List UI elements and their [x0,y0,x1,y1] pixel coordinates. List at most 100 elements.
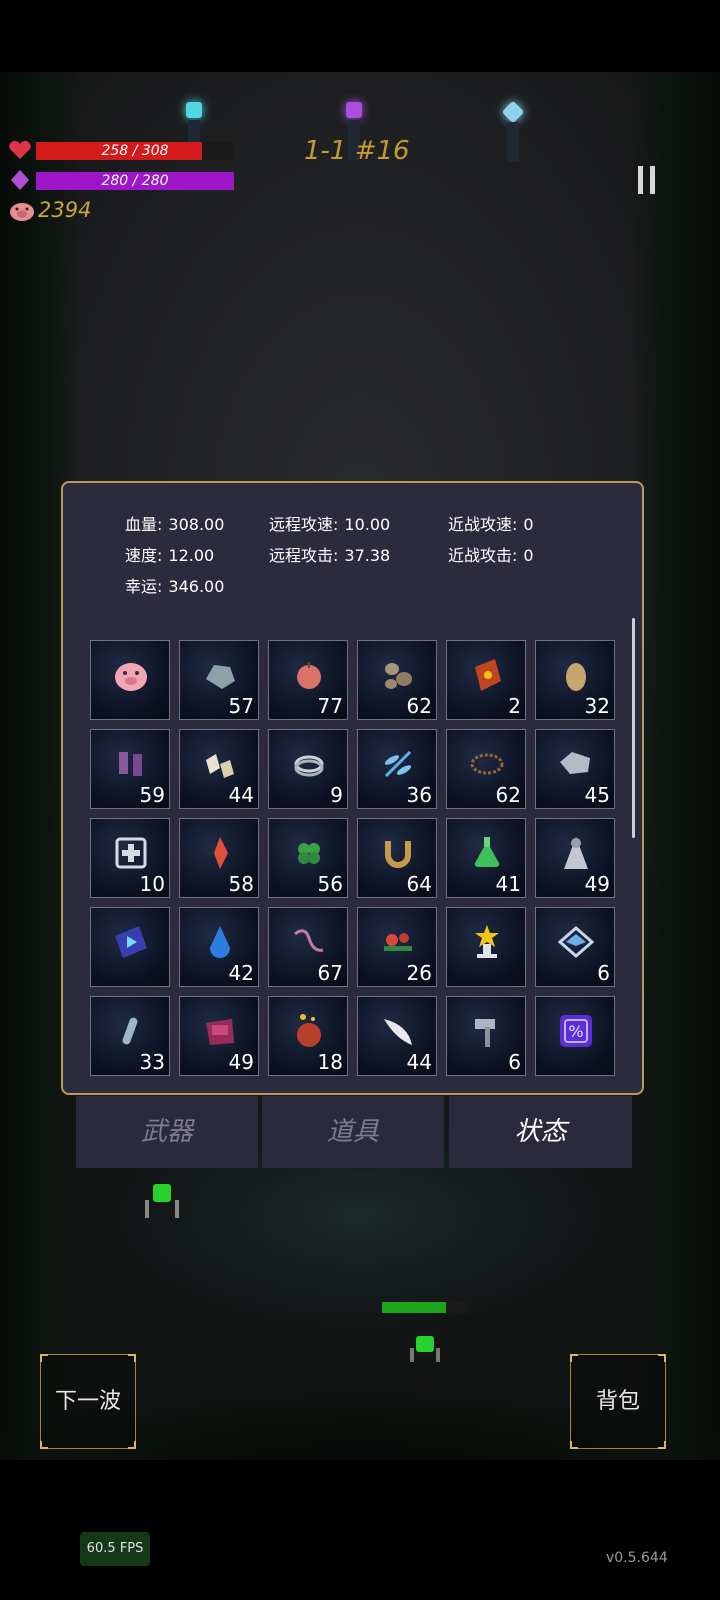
inventory-slot[interactable] [90,640,170,720]
item-count: 45 [584,783,610,807]
item-count: 44 [406,1050,432,1074]
inventory-slot[interactable]: 42 [179,907,259,987]
inventory-slot[interactable]: 56 [268,818,348,898]
inventory-slot[interactable]: 33 [90,996,170,1076]
red-crystal-icon [202,835,238,871]
hp-text: 258 / 308 [101,143,169,159]
item-count: 6 [508,1050,521,1074]
percent-rune-icon: % [558,1013,594,1049]
ally-robot [145,1178,179,1218]
bottom-letterbox [0,1460,720,1600]
item-count: 41 [495,872,521,896]
inventory-slot[interactable]: 44 [179,729,259,809]
medkit-icon [113,835,149,871]
inventory-slot[interactable]: 18 [268,996,348,1076]
inventory-slot[interactable]: 49 [535,818,615,898]
coin-counter: 2394 [38,198,92,222]
tab-bar: 武器 道具 状态 [76,1096,632,1168]
inventory-slot[interactable]: 9 [268,729,348,809]
item-count: 56 [317,872,343,896]
heart-icon [8,140,32,160]
item-count: 77 [317,694,343,718]
stat-ranged-speed: 远程攻速: 10.00 [269,515,391,534]
tab-items[interactable]: 道具 [262,1096,444,1168]
item-count: 62 [406,694,432,718]
item-count: 6 [597,961,610,985]
tab-weapons[interactable]: 武器 [76,1096,258,1168]
inventory-slot[interactable]: 26 [357,907,437,987]
player-health-bar [382,1302,468,1313]
item-count: 64 [406,872,432,896]
stat-luck: 幸运: 346.00 [125,577,225,596]
inventory-slot[interactable]: 6 [446,996,526,1076]
player-robot [410,1328,440,1362]
backpack-button[interactable]: 背包 [570,1354,666,1449]
inventory-slot[interactable]: 57 [179,640,259,720]
inventory-slot[interactable]: 62 [357,640,437,720]
next-wave-button[interactable]: 下一波 [40,1354,136,1449]
stat-melee-speed: 近战攻速: 0 [448,515,534,534]
mana-crystal-icon [8,170,32,190]
pig-icon [8,200,36,221]
inventory-slot[interactable]: 10 [90,818,170,898]
item-count: 67 [317,961,343,985]
item-count: 9 [330,783,343,807]
svg-text:%: % [568,1022,583,1041]
hp-bar: 258 / 308 [36,142,234,160]
item-count: 33 [139,1050,165,1074]
inventory-slot[interactable]: 58 [179,818,259,898]
tab-status[interactable]: 状态 [449,1096,632,1168]
inventory-grid: 57 77 62 2 32 59 44 9 36 62 45 10 58 56 64 41 49 42 67 26 6 3… [90,640,616,1080]
inventory-slot[interactable]: 36 [357,729,437,809]
purple-boots-icon [113,746,149,782]
inventory-slot[interactable]: 77 [268,640,348,720]
inventory-slot[interactable]: 49 [179,996,259,1076]
inventory-slot[interactable]: 44 [357,996,437,1076]
inventory-slot[interactable]: 2 [446,640,526,720]
inventory-slot[interactable]: 32 [535,640,615,720]
silver-ore-icon [558,746,594,782]
inventory-slot[interactable]: 67 [268,907,348,987]
ring-icon [291,746,327,782]
backpack-label: 背包 [595,1389,640,1414]
inventory-slot[interactable] [90,907,170,987]
item-count: 2 [508,694,521,718]
inventory-scrollbar[interactable] [632,618,635,838]
pause-button[interactable] [638,166,656,194]
item-count: 62 [495,783,521,807]
hammer-icon [469,1013,505,1049]
worm-icon [291,924,327,960]
inventory-slot[interactable] [446,907,526,987]
item-count: 49 [228,1050,254,1074]
item-count: 58 [228,872,254,896]
top-letterbox [0,0,720,72]
inventory-slot[interactable]: 64 [357,818,437,898]
treasure-sack-icon [291,1013,327,1049]
stat-ranged-attack: 远程攻击: 37.38 [269,546,391,565]
wave-indicator: 1-1 #16 [304,136,410,166]
blue-drop-icon [202,924,238,960]
star-trophy-icon [469,924,505,960]
vial-icon [113,1013,149,1049]
purple-pouch-icon [202,1013,238,1049]
stat-hp: 血量: 308.00 [125,515,225,534]
stat-speed: 速度: 12.00 [125,546,215,565]
thorn-crown-icon [469,746,505,782]
blue-dragonfly-icon [380,746,416,782]
inventory-slot[interactable]: 6 [535,907,615,987]
fps-counter: 60.5 FPS [80,1532,150,1566]
item-count: 26 [406,961,432,985]
egg-icon [558,657,594,693]
inventory-slot[interactable]: 41 [446,818,526,898]
crystals-icon [202,746,238,782]
green-potion-icon [469,835,505,871]
inventory-slot[interactable]: 45 [535,729,615,809]
horseshoe-icon [380,835,416,871]
inventory-slot[interactable]: 59 [90,729,170,809]
mana-bar: 280 / 280 [36,172,234,190]
inventory-slot[interactable]: % [535,996,615,1076]
cloak-icon [558,835,594,871]
feather-icon [380,1013,416,1049]
item-count: 32 [584,694,610,718]
inventory-slot[interactable]: 62 [446,729,526,809]
